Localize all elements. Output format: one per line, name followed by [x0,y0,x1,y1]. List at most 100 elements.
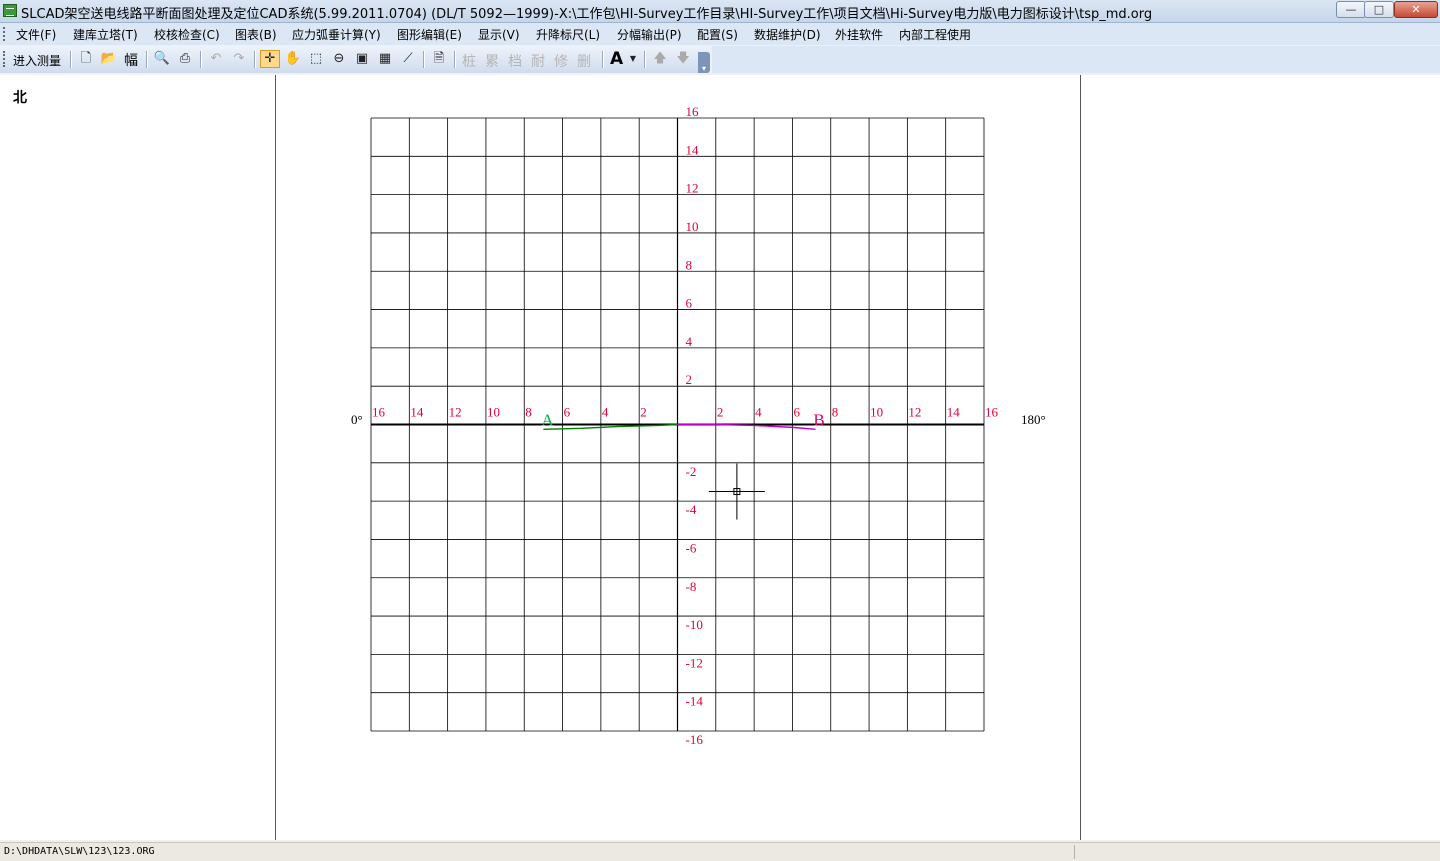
close-button[interactable]: ✕ [1394,1,1438,18]
toolbar-overflow-button[interactable]: ▾ [698,52,710,73]
chevron-down-icon[interactable]: ▼ [627,50,639,68]
x-tick-label: 14 [410,405,424,420]
north-label: 北 [13,90,27,106]
menu-build-tower[interactable]: 建库立塔(T) [73,26,138,43]
toolbar-background [712,46,1440,73]
drawing-canvas[interactable]: 16 14 12 10 8 6 4 2 2 4 6 8 10 12 14 16 16 14 12 10 8 6 4 2 -2 -4… [276,75,1081,840]
cumulative-button[interactable]: 累 [485,51,499,71]
tension-button[interactable]: 耐 [531,51,545,71]
app-icon [3,4,17,17]
y-tick-label: 16 [686,104,700,119]
toolbar-grip[interactable] [3,51,8,67]
menu-grip[interactable] [3,27,8,41]
angle-right-label: 180° [1021,412,1046,427]
x-tick-label: 14 [947,405,961,420]
zoom-out-icon[interactable]: ⊖ [329,50,349,68]
grid-icon[interactable]: ▦ [375,50,395,68]
y-tick-label: 14 [686,142,700,157]
point-b-label: B [813,411,824,430]
x-tick-label: 6 [564,405,571,420]
angle-left-label: 0° [351,412,363,427]
toolbar-separator [423,51,425,68]
toolbar-separator [644,51,646,68]
menu-config[interactable]: 配置(S) [697,26,738,43]
arrow-down-icon[interactable]: 🡇 [673,50,693,68]
x-tick-label: 16 [985,405,999,420]
menu-plugins[interactable]: 外挂软件 [835,26,883,43]
title-bar: SLCAD架空送电线路平断面图处理及定位CAD系统(5.99.2011.0704… [0,0,1440,23]
toolbar-separator [602,51,604,68]
y-tick-label: -12 [686,655,703,670]
status-separator [1074,845,1075,859]
toolbar: 进入测量 🗋 📂 幅 🔍 ⎙ ↶ ↷ ✛ ✋ ⬚ ⊖ ▣ ▦ ⟋ 🗎 桩 累 档… [0,46,710,73]
maximize-button[interactable]: □ [1364,1,1394,18]
pointer-icon[interactable]: ✛ [260,50,280,68]
x-tick-label: 6 [793,405,800,420]
status-bar: D:\DHDATA\SLW\123\123.ORG [0,842,1440,861]
menu-file[interactable]: 文件(F) [16,26,56,43]
toolbar-separator [200,51,202,68]
y-tick-label: -6 [686,540,697,555]
menu-scale[interactable]: 升降标尺(L) [536,26,600,43]
y-tick-label: 12 [686,181,699,196]
y-tick-label: 4 [686,334,693,349]
menu-data-maintenance[interactable]: 数据维护(D) [754,26,821,43]
y-tick-label: 10 [686,219,699,234]
x-tick-label: 12 [449,405,462,420]
menu-internal[interactable]: 内部工程使用 [899,26,971,43]
text-tool-button[interactable]: A [610,49,623,69]
y-tick-label: -4 [686,502,697,517]
y-tick-label: -10 [686,617,703,632]
x-tick-label: 4 [755,405,762,420]
compass-pane[interactable]: 北 [0,75,276,840]
x-tick-label: 8 [525,405,532,420]
crosshair-cursor [708,463,765,520]
pile-button[interactable]: 桩 [462,51,476,71]
measure-icon[interactable]: ⟋ [398,50,418,68]
delete-button[interactable]: 删 [577,51,591,71]
open-folder-icon[interactable]: 📂 [99,50,119,68]
toolbar-separator [146,51,148,68]
pan-hand-icon[interactable]: ✋ [283,50,303,68]
menu-view[interactable]: 显示(V) [478,26,520,43]
polar-grid-chart: 16 14 12 10 8 6 4 2 2 4 6 8 10 12 14 16 16 14 12 10 8 6 4 2 -2 -4… [351,104,1046,747]
side-pane[interactable] [1081,75,1440,840]
enter-survey-button[interactable]: 进入测量 [13,52,61,69]
menu-sag-calc[interactable]: 应力弧垂计算(Y) [292,26,381,43]
print-preview-icon[interactable]: 🔍 [152,50,172,68]
redo-icon[interactable]: ↷ [229,50,249,68]
x-tick-label: 2 [717,405,724,420]
y-tick-label: -2 [686,464,697,479]
print-icon[interactable]: ⎙ [175,50,195,68]
span-button[interactable]: 档 [508,51,522,71]
toolbar-separator [254,51,256,68]
menu-check[interactable]: 校核检查(C) [154,26,220,43]
modify-button[interactable]: 修 [554,51,568,71]
zoom-window-icon[interactable]: ⬚ [306,50,326,68]
x-tick-label: 16 [372,405,386,420]
document-icon[interactable]: 🗎 [429,50,449,68]
menu-output[interactable]: 分幅输出(P) [617,26,682,43]
x-tick-label: 10 [487,405,500,420]
menu-bar: 文件(F) 建库立塔(T) 校核检查(C) 图表(B) 应力弧垂计算(Y) 图形… [0,23,1440,45]
x-tick-label: 2 [640,405,647,420]
toolbar-separator [70,51,72,68]
y-tick-label: -8 [686,579,697,594]
window-title: SLCAD架空送电线路平断面图处理及定位CAD系统(5.99.2011.0704… [21,7,1153,22]
minimize-button[interactable]: — [1336,1,1366,18]
menu-graphic-edit[interactable]: 图形编辑(E) [397,26,462,43]
arrow-up-icon[interactable]: 🡅 [650,50,670,68]
x-tick-label: 8 [832,405,839,420]
undo-icon[interactable]: ↶ [206,50,226,68]
y-tick-label: 8 [686,257,693,272]
frame-button[interactable]: 幅 [124,50,138,70]
zoom-extents-icon[interactable]: ▣ [352,50,372,68]
menu-tables[interactable]: 图表(B) [235,26,277,43]
point-a-label: A [541,411,554,430]
x-tick-label: 12 [908,405,921,420]
new-file-icon[interactable]: 🗋 [76,50,96,68]
x-tick-label: 10 [870,405,883,420]
status-file-path: D:\DHDATA\SLW\123\123.ORG [4,846,155,857]
y-tick-label: -14 [686,694,704,709]
y-tick-label: -16 [686,732,704,747]
